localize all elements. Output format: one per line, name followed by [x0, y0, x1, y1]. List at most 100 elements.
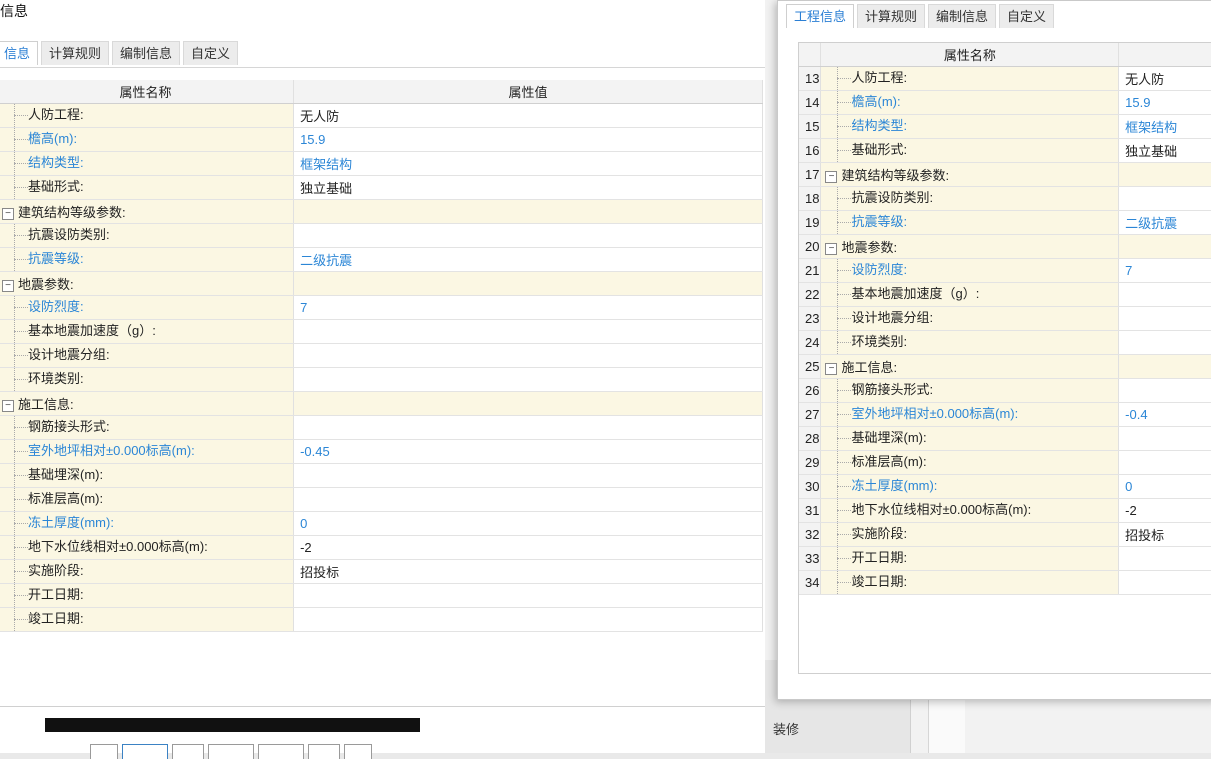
property-value-cell[interactable]: [1118, 306, 1211, 331]
table-row[interactable]: 20− 地震参数:: [799, 234, 1211, 259]
table-row[interactable]: 开工日期:: [0, 583, 763, 608]
property-value-cell[interactable]: 二级抗震: [1118, 210, 1211, 235]
table-row[interactable]: 31 地下水位线相对±0.000标高(m): -2: [799, 498, 1211, 523]
property-name-cell[interactable]: − 建筑结构等级参数:: [820, 162, 1120, 187]
property-name-cell[interactable]: 竣工日期:: [820, 570, 1120, 595]
toolbar-button[interactable]: [208, 744, 254, 759]
property-name-cell[interactable]: 结构类型:: [0, 151, 295, 176]
property-value-cell[interactable]: 框架结构: [293, 151, 763, 176]
property-name-cell[interactable]: 基础埋深(m):: [820, 426, 1120, 451]
collapse-toggle-icon[interactable]: −: [2, 207, 14, 220]
property-name-cell[interactable]: 抗震设防类别:: [0, 223, 295, 248]
toolbar-button[interactable]: [90, 744, 118, 759]
property-name-cell[interactable]: 地下水位线相对±0.000标高(m):: [0, 535, 295, 560]
property-value-cell[interactable]: -2: [293, 535, 763, 560]
table-row[interactable]: 25− 施工信息:: [799, 354, 1211, 379]
property-name-cell[interactable]: 标准层高(m):: [0, 487, 295, 512]
property-name-cell[interactable]: 环境类别:: [820, 330, 1120, 355]
table-row[interactable]: 结构类型: 框架结构: [0, 151, 763, 176]
property-value-cell[interactable]: [293, 223, 763, 248]
property-value-cell[interactable]: 7: [1118, 258, 1211, 283]
property-name-cell[interactable]: 抗震设防类别:: [820, 186, 1120, 211]
property-value-cell[interactable]: 招投标: [293, 559, 763, 584]
property-name-cell[interactable]: − 施工信息:: [820, 354, 1120, 379]
table-row[interactable]: 23 设计地震分组:: [799, 306, 1211, 331]
property-name-cell[interactable]: 设计地震分组:: [0, 343, 295, 368]
toolbar-button[interactable]: [122, 744, 168, 759]
table-row[interactable]: 28 基础埋深(m):: [799, 426, 1211, 451]
table-row[interactable]: 34 竣工日期:: [799, 570, 1211, 595]
collapse-toggle-icon[interactable]: −: [825, 170, 838, 183]
property-name-cell[interactable]: 标准层高(m):: [820, 450, 1120, 475]
tab-2[interactable]: 编制信息: [112, 41, 181, 65]
property-name-cell[interactable]: 基本地震加速度（g）:: [0, 319, 295, 344]
property-value-cell[interactable]: [1118, 354, 1211, 379]
property-name-cell[interactable]: 设计地震分组:: [820, 306, 1120, 331]
property-name-cell[interactable]: 实施阶段:: [820, 522, 1120, 547]
table-row[interactable]: − 施工信息:: [0, 391, 763, 416]
table-row[interactable]: 27 室外地坪相对±0.000标高(m): -0.4: [799, 402, 1211, 427]
property-name-cell[interactable]: 室外地坪相对±0.000标高(m):: [820, 402, 1120, 427]
table-row[interactable]: 钢筋接头形式:: [0, 415, 763, 440]
table-row[interactable]: 环境类别:: [0, 367, 763, 392]
collapse-toggle-icon[interactable]: −: [2, 399, 14, 412]
property-value-cell[interactable]: [1118, 330, 1211, 355]
table-row[interactable]: 抗震设防类别:: [0, 223, 763, 248]
property-name-cell[interactable]: 环境类别:: [0, 367, 295, 392]
property-name-cell[interactable]: 竣工日期:: [0, 607, 295, 632]
property-value-cell[interactable]: 0: [293, 511, 763, 536]
table-row[interactable]: 29 标准层高(m):: [799, 450, 1211, 475]
table-row[interactable]: 设防烈度: 7: [0, 295, 763, 320]
table-row[interactable]: 26 钢筋接头形式:: [799, 378, 1211, 403]
property-name-cell[interactable]: 基本地震加速度（g）:: [820, 282, 1120, 307]
property-value-cell[interactable]: [293, 271, 763, 296]
property-value-cell[interactable]: -2: [1118, 498, 1211, 523]
property-value-cell[interactable]: 独立基础: [293, 175, 763, 200]
table-row[interactable]: 24 环境类别:: [799, 330, 1211, 355]
property-name-cell[interactable]: 冻土厚度(mm):: [820, 474, 1120, 499]
property-value-cell[interactable]: [293, 343, 763, 368]
property-value-cell[interactable]: [293, 583, 763, 608]
property-value-cell[interactable]: 独立基础: [1118, 138, 1211, 163]
property-value-cell[interactable]: 框架结构: [1118, 114, 1211, 139]
property-value-cell[interactable]: [293, 367, 763, 392]
table-row[interactable]: 竣工日期:: [0, 607, 763, 632]
table-row[interactable]: 22 基本地震加速度（g）:: [799, 282, 1211, 307]
property-value-cell[interactable]: 无人防: [1118, 66, 1211, 91]
table-row[interactable]: 15 结构类型: 框架结构: [799, 114, 1211, 139]
table-row[interactable]: 33 开工日期:: [799, 546, 1211, 571]
property-name-cell[interactable]: 抗震等级:: [820, 210, 1120, 235]
property-value-cell[interactable]: 15.9: [1118, 90, 1211, 115]
table-row[interactable]: − 建筑结构等级参数:: [0, 199, 763, 224]
property-name-cell[interactable]: 设防烈度:: [820, 258, 1120, 283]
property-value-cell[interactable]: 0: [1118, 474, 1211, 499]
property-value-cell[interactable]: [293, 463, 763, 488]
property-value-cell[interactable]: 二级抗震: [293, 247, 763, 272]
property-name-cell[interactable]: 钢筋接头形式:: [820, 378, 1120, 403]
tab-1[interactable]: 计算规则: [41, 41, 110, 65]
table-row[interactable]: 室外地坪相对±0.000标高(m): -0.45: [0, 439, 763, 464]
toolbar-button[interactable]: [172, 744, 204, 759]
table-row[interactable]: 地下水位线相对±0.000标高(m): -2: [0, 535, 763, 560]
property-value-cell[interactable]: 7: [293, 295, 763, 320]
property-name-cell[interactable]: 开工日期:: [820, 546, 1120, 571]
table-row[interactable]: 18 抗震设防类别:: [799, 186, 1211, 211]
toolbar-button[interactable]: [308, 744, 340, 759]
table-row[interactable]: 实施阶段: 招投标: [0, 559, 763, 584]
property-name-cell[interactable]: 基础形式:: [0, 175, 295, 200]
collapse-toggle-icon[interactable]: −: [2, 279, 14, 292]
property-value-cell[interactable]: -0.4: [1118, 402, 1211, 427]
tab-3[interactable]: 自定义: [183, 41, 239, 65]
property-name-cell[interactable]: − 地震参数:: [820, 234, 1120, 259]
property-value-cell[interactable]: [1118, 162, 1211, 187]
property-name-cell[interactable]: 结构类型:: [820, 114, 1120, 139]
property-name-cell[interactable]: 檐高(m):: [0, 127, 295, 152]
property-value-cell[interactable]: [293, 391, 763, 416]
table-row[interactable]: − 地震参数:: [0, 271, 763, 296]
tab-0[interactable]: 信息: [0, 41, 39, 65]
tab-2[interactable]: 编制信息: [928, 4, 997, 28]
property-value-cell[interactable]: [1118, 546, 1211, 571]
property-value-cell[interactable]: [1118, 450, 1211, 475]
table-row[interactable]: 檐高(m): 15.9: [0, 127, 763, 152]
collapse-toggle-icon[interactable]: −: [825, 242, 838, 255]
